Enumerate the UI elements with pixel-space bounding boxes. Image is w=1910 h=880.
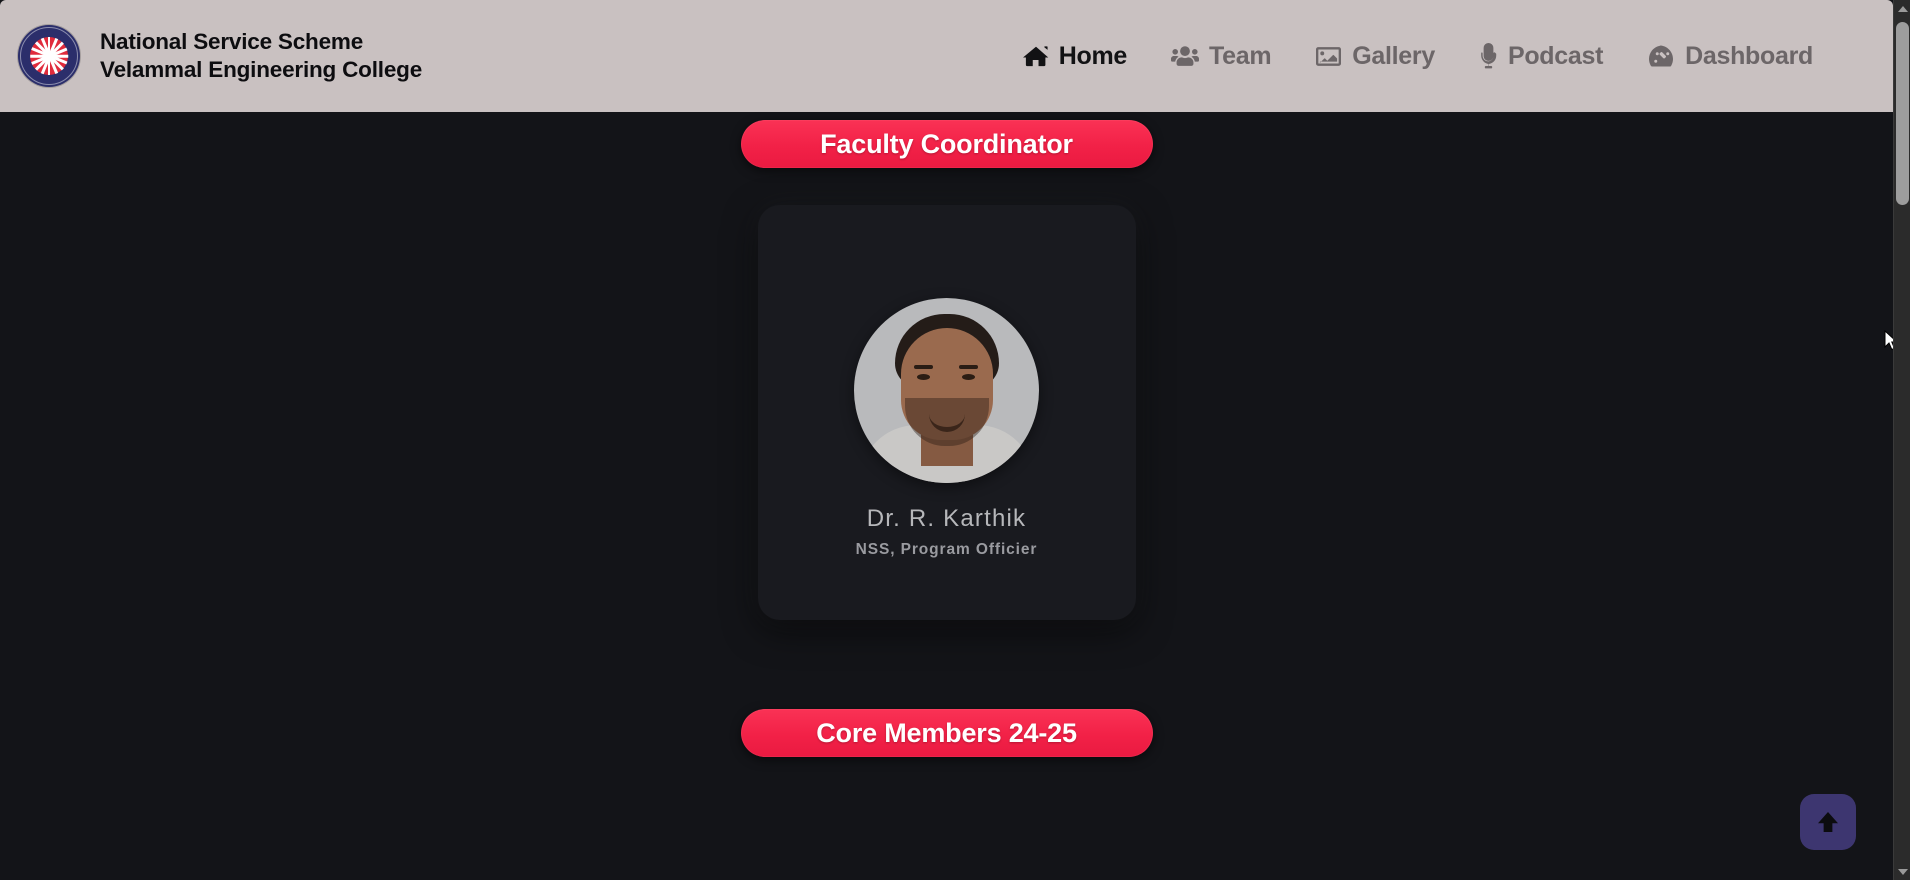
faculty-coordinator-banner: Faculty Coordinator — [740, 120, 1153, 168]
nav-item-dashboard[interactable]: Dashboard — [1625, 36, 1835, 77]
faculty-name: Dr. R. Karthik — [866, 505, 1027, 532]
vertical-scrollbar[interactable] — [1893, 0, 1910, 880]
core-members-banner: Core Members 24-25 — [740, 709, 1153, 757]
brand-text: National Service Scheme Velammal Enginee… — [100, 28, 422, 85]
scrollbar-down-arrow[interactable] — [1894, 863, 1910, 880]
nav-item-podcast[interactable]: Podcast — [1457, 36, 1625, 77]
faculty-avatar — [854, 298, 1039, 483]
image-icon — [1315, 44, 1342, 69]
brand-title-line-1: National Service Scheme — [100, 28, 364, 54]
scrollbar-up-arrow[interactable] — [1894, 0, 1910, 17]
scroll-to-top-button[interactable] — [1800, 794, 1856, 850]
browser-viewport: National Service Scheme Velammal Enginee… — [0, 0, 1893, 880]
main-nav: Home Team Gallery Podcast Dashboard — [1001, 36, 1835, 77]
nav-item-home[interactable]: Home — [1001, 36, 1149, 77]
home-icon — [1022, 43, 1049, 69]
faculty-profile-card[interactable]: Dr. R. Karthik NSS, Program Officier — [757, 205, 1136, 620]
page-content: Faculty Coordinator Dr. R. Karthik NSS, … — [0, 112, 1893, 880]
faculty-role: NSS, Program Officier — [855, 541, 1038, 558]
logo-hub — [45, 52, 53, 60]
nav-item-podcast-label: Podcast — [1507, 41, 1604, 70]
faculty-coordinator-banner-label: Faculty Coordinator — [820, 128, 1073, 159]
nav-item-team[interactable]: Team — [1149, 36, 1293, 77]
nav-item-home-label: Home — [1058, 41, 1128, 70]
brand[interactable]: National Service Scheme Velammal Enginee… — [18, 25, 422, 87]
brand-title-line-2: Velammal Engineering College — [100, 57, 423, 82]
gauge-icon — [1647, 44, 1675, 68]
arrow-up-icon — [1813, 807, 1843, 837]
site-header: National Service Scheme Velammal Enginee… — [0, 0, 1893, 112]
microphone-icon — [1479, 43, 1498, 69]
nav-item-team-label: Team — [1209, 41, 1272, 70]
users-icon — [1171, 43, 1199, 69]
nav-item-dashboard-label: Dashboard — [1685, 41, 1813, 70]
scrollbar-thumb[interactable] — [1896, 22, 1909, 205]
core-members-banner-label: Core Members 24-25 — [816, 717, 1077, 748]
nav-item-gallery-label: Gallery — [1352, 41, 1435, 70]
nav-item-gallery[interactable]: Gallery — [1293, 36, 1457, 77]
nss-logo — [18, 25, 80, 87]
